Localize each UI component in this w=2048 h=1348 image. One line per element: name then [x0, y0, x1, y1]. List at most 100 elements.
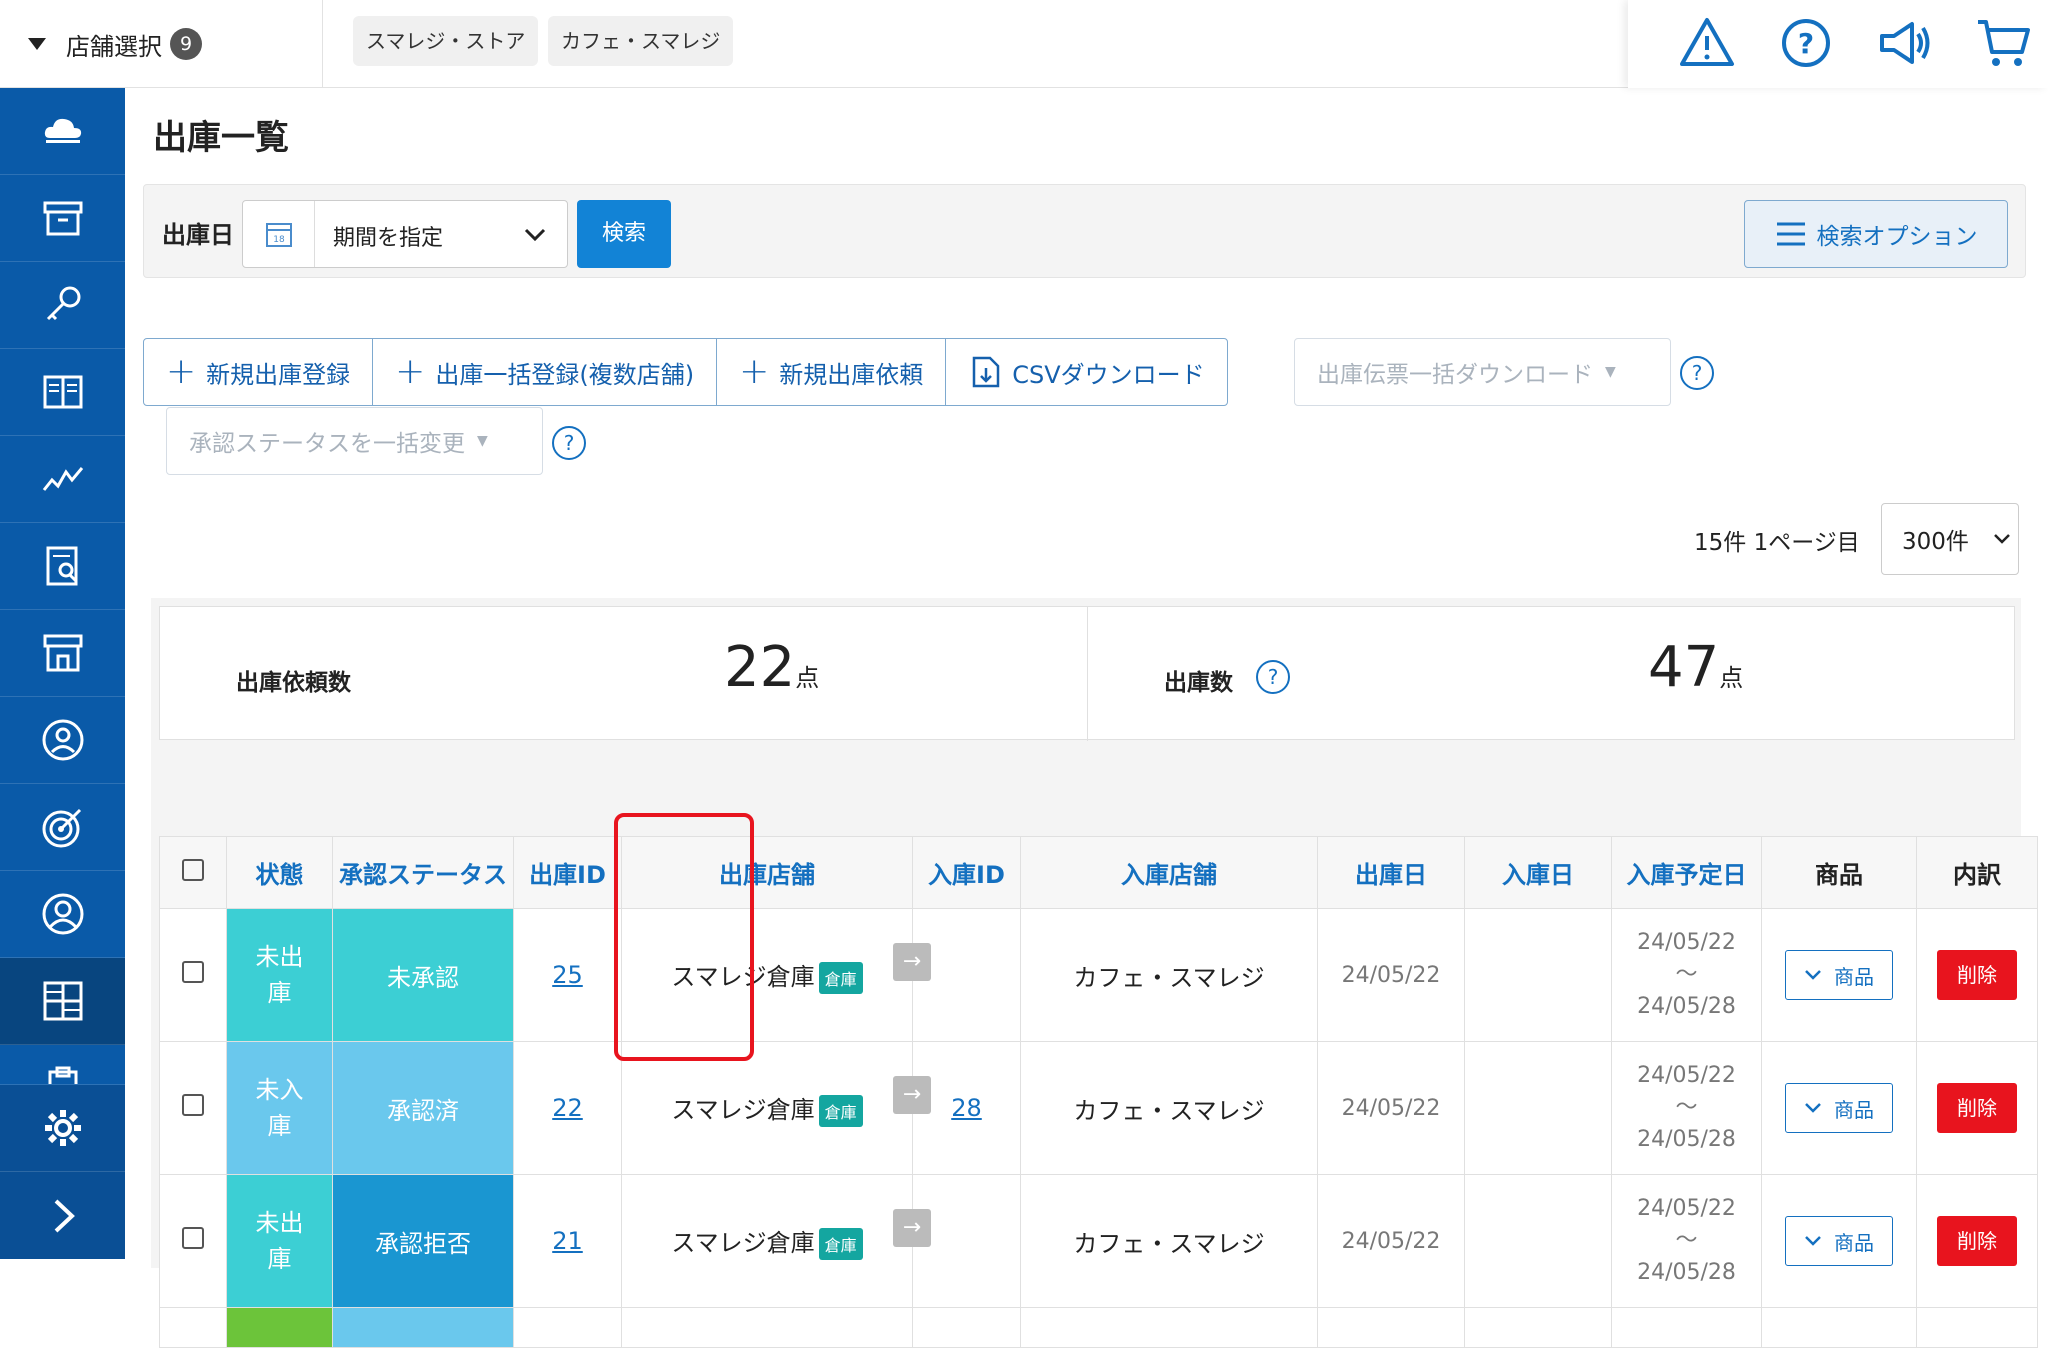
row-select-cell[interactable] — [159, 1174, 227, 1308]
new-request-button[interactable]: + 新規出庫依頼 — [717, 339, 947, 405]
chevron-down-icon — [1994, 534, 2010, 544]
table-row-partial — [159, 1307, 2038, 1348]
help-icon[interactable]: ? — [552, 426, 586, 460]
delete-button[interactable]: 削除 — [1937, 1083, 2017, 1133]
sidebar-item-store[interactable] — [0, 610, 125, 697]
chevron-down-icon: ▼ — [477, 433, 488, 449]
sidebar-item-chart[interactable] — [0, 436, 125, 523]
page-title: 出庫一覧 — [153, 118, 289, 158]
ship-store-name: スマレジ倉庫 — [671, 1095, 815, 1124]
chevron-down-icon — [1805, 1236, 1821, 1246]
delete-button[interactable]: 削除 — [1937, 950, 2017, 1000]
store-chip[interactable]: カフェ・スマレジ — [548, 16, 734, 66]
delete-button[interactable]: 削除 — [1937, 1216, 2017, 1266]
product-dropdown-button[interactable]: 商品 — [1785, 1083, 1893, 1133]
row-checkbox[interactable] — [182, 961, 204, 983]
help-icon[interactable]: ? — [1256, 660, 1290, 694]
planned-date-cell — [1611, 1307, 1762, 1348]
slip-bulk-download-dropdown[interactable]: 出庫伝票一括ダウンロード ▼ — [1294, 338, 1671, 406]
ship-id-link[interactable]: 25 — [552, 961, 583, 989]
arrow-right-icon: → — [893, 1076, 931, 1114]
action-button-group: + 新規出庫登録 + 出庫一括登録(複数店舗) + 新規出庫依頼 CSVダウンロード — [143, 338, 1228, 406]
warehouse-tag: 倉庫 — [818, 1094, 863, 1127]
ship-store-cell — [621, 1307, 913, 1348]
table-row: 未出庫 承認拒否 21 スマレジ倉庫 倉庫 → カフェ・スマレジ 24/05/22… — [159, 1174, 2038, 1308]
search-options-button[interactable]: 検索オプション — [1744, 200, 2008, 268]
sidebar-item-book[interactable] — [0, 349, 125, 436]
receive-id-link[interactable]: 28 — [951, 1094, 982, 1122]
sidebar-item-key[interactable] — [0, 262, 125, 349]
highlight-box — [614, 813, 754, 1061]
sidebar-item-report[interactable] — [0, 523, 125, 610]
receive-store-cell — [1020, 1307, 1318, 1348]
date-label: 出庫日 — [162, 221, 234, 249]
sidebar-item-archive[interactable] — [0, 175, 125, 262]
shipment-count-value: 47点 — [1648, 635, 1744, 700]
ship-id-cell: 22 — [513, 1041, 622, 1175]
per-page-select[interactable]: 300件 — [1881, 503, 2019, 575]
row-checkbox[interactable] — [182, 1094, 204, 1116]
table-row: 未出庫 未承認 25 スマレジ倉庫 倉庫 → カフェ・スマレジ 24/05/22 … — [159, 908, 2038, 1042]
search-bar: 出庫日 18 期間を指定 検索 検索オプション — [143, 184, 2026, 278]
receive-date-cell — [1464, 908, 1612, 1042]
approval-bulk-change-dropdown[interactable]: 承認ステータスを一括変更 ▼ — [166, 407, 543, 475]
csv-download-button[interactable]: CSVダウンロード — [946, 339, 1226, 405]
search-button[interactable]: 検索 — [577, 200, 671, 268]
col-approval[interactable]: 承認ステータス — [332, 836, 514, 909]
receive-store-cell: カフェ・スマレジ — [1020, 1174, 1318, 1308]
receive-date-cell — [1464, 1174, 1612, 1308]
shipment-table: 状態 承認ステータス 出庫ID 出庫店舗 入庫ID 入庫店舗 出庫日 入庫日 入… — [159, 836, 2038, 1348]
archive-icon — [43, 201, 82, 236]
line-chart-icon — [42, 467, 83, 491]
select-all-cell[interactable] — [159, 836, 227, 909]
warning-icon[interactable] — [1678, 14, 1736, 72]
status-cell: 未入庫 — [226, 1041, 333, 1175]
receive-id-cell: → — [893, 908, 1021, 1042]
sidebar-item-target[interactable] — [0, 784, 125, 871]
help-icon[interactable]: ? — [1680, 356, 1714, 390]
select-all-checkbox[interactable] — [182, 858, 204, 881]
sidebar-item-inventory[interactable] — [0, 958, 125, 1045]
row-select-cell[interactable] — [159, 908, 227, 1042]
caret-down-icon — [28, 38, 46, 50]
warehouse-tag: 倉庫 — [818, 961, 863, 994]
product-dropdown-button[interactable]: 商品 — [1785, 950, 1893, 1000]
bulk-shipment-button[interactable]: + 出庫一括登録(複数店舗) — [373, 339, 718, 405]
detail-cell: 削除 — [1916, 1174, 2038, 1308]
store-chip[interactable]: スマレジ・ストア — [353, 16, 539, 66]
new-shipment-button[interactable]: + 新規出庫登録 — [144, 339, 374, 405]
store-select-dropdown[interactable]: 店舗選択 9 — [0, 0, 323, 88]
receive-id-cell — [912, 1307, 1021, 1348]
sidebar-item-clipboard[interactable] — [0, 1045, 125, 1085]
col-receive-id[interactable]: 入庫ID — [912, 836, 1021, 909]
chevron-down-icon: ▼ — [1605, 364, 1616, 380]
sidebar-expand-button[interactable] — [0, 1172, 125, 1259]
sidebar-item-settings[interactable] — [0, 1085, 125, 1172]
date-range-select[interactable]: 18 期間を指定 — [242, 200, 568, 268]
megaphone-icon[interactable] — [1876, 14, 1934, 72]
help-icon[interactable]: ? — [1777, 14, 1835, 72]
row-checkbox[interactable] — [182, 1227, 204, 1249]
status-cell: 未出庫 — [226, 1174, 333, 1308]
col-ship-id[interactable]: 出庫ID — [513, 836, 622, 909]
ship-id-link[interactable]: 21 — [552, 1227, 583, 1255]
table-row: 未入庫 承認済 22 スマレジ倉庫 倉庫 → 28 カフェ・スマレジ 24/05/2… — [159, 1041, 2038, 1175]
col-ship-date[interactable]: 出庫日 — [1317, 836, 1465, 909]
col-planned-date[interactable]: 入庫予定日 — [1611, 836, 1762, 909]
row-select-cell[interactable] — [159, 1041, 227, 1175]
col-status[interactable]: 状態 — [226, 836, 333, 909]
sidebar-item-user[interactable] — [0, 871, 125, 958]
sidebar-item-customer[interactable] — [0, 697, 125, 784]
receive-store-cell: カフェ・スマレジ — [1020, 908, 1318, 1042]
detail-cell: 削除 — [1916, 1041, 2038, 1175]
store-icon — [43, 634, 82, 672]
sidebar-item-cloud[interactable] — [0, 88, 125, 175]
ship-id-link[interactable]: 22 — [552, 1094, 583, 1122]
col-receive-date[interactable]: 入庫日 — [1464, 836, 1612, 909]
product-dropdown-button[interactable]: 商品 — [1785, 1216, 1893, 1266]
slip-bulk-download-label: 出庫伝票一括ダウンロード — [1317, 362, 1593, 388]
approval-cell: 承認拒否 — [332, 1174, 514, 1308]
bulk-shipment-label: 出庫一括登録(複数店舗) — [435, 360, 695, 389]
col-receive-store[interactable]: 入庫店舗 — [1020, 836, 1318, 909]
cart-icon[interactable] — [1974, 14, 2032, 72]
